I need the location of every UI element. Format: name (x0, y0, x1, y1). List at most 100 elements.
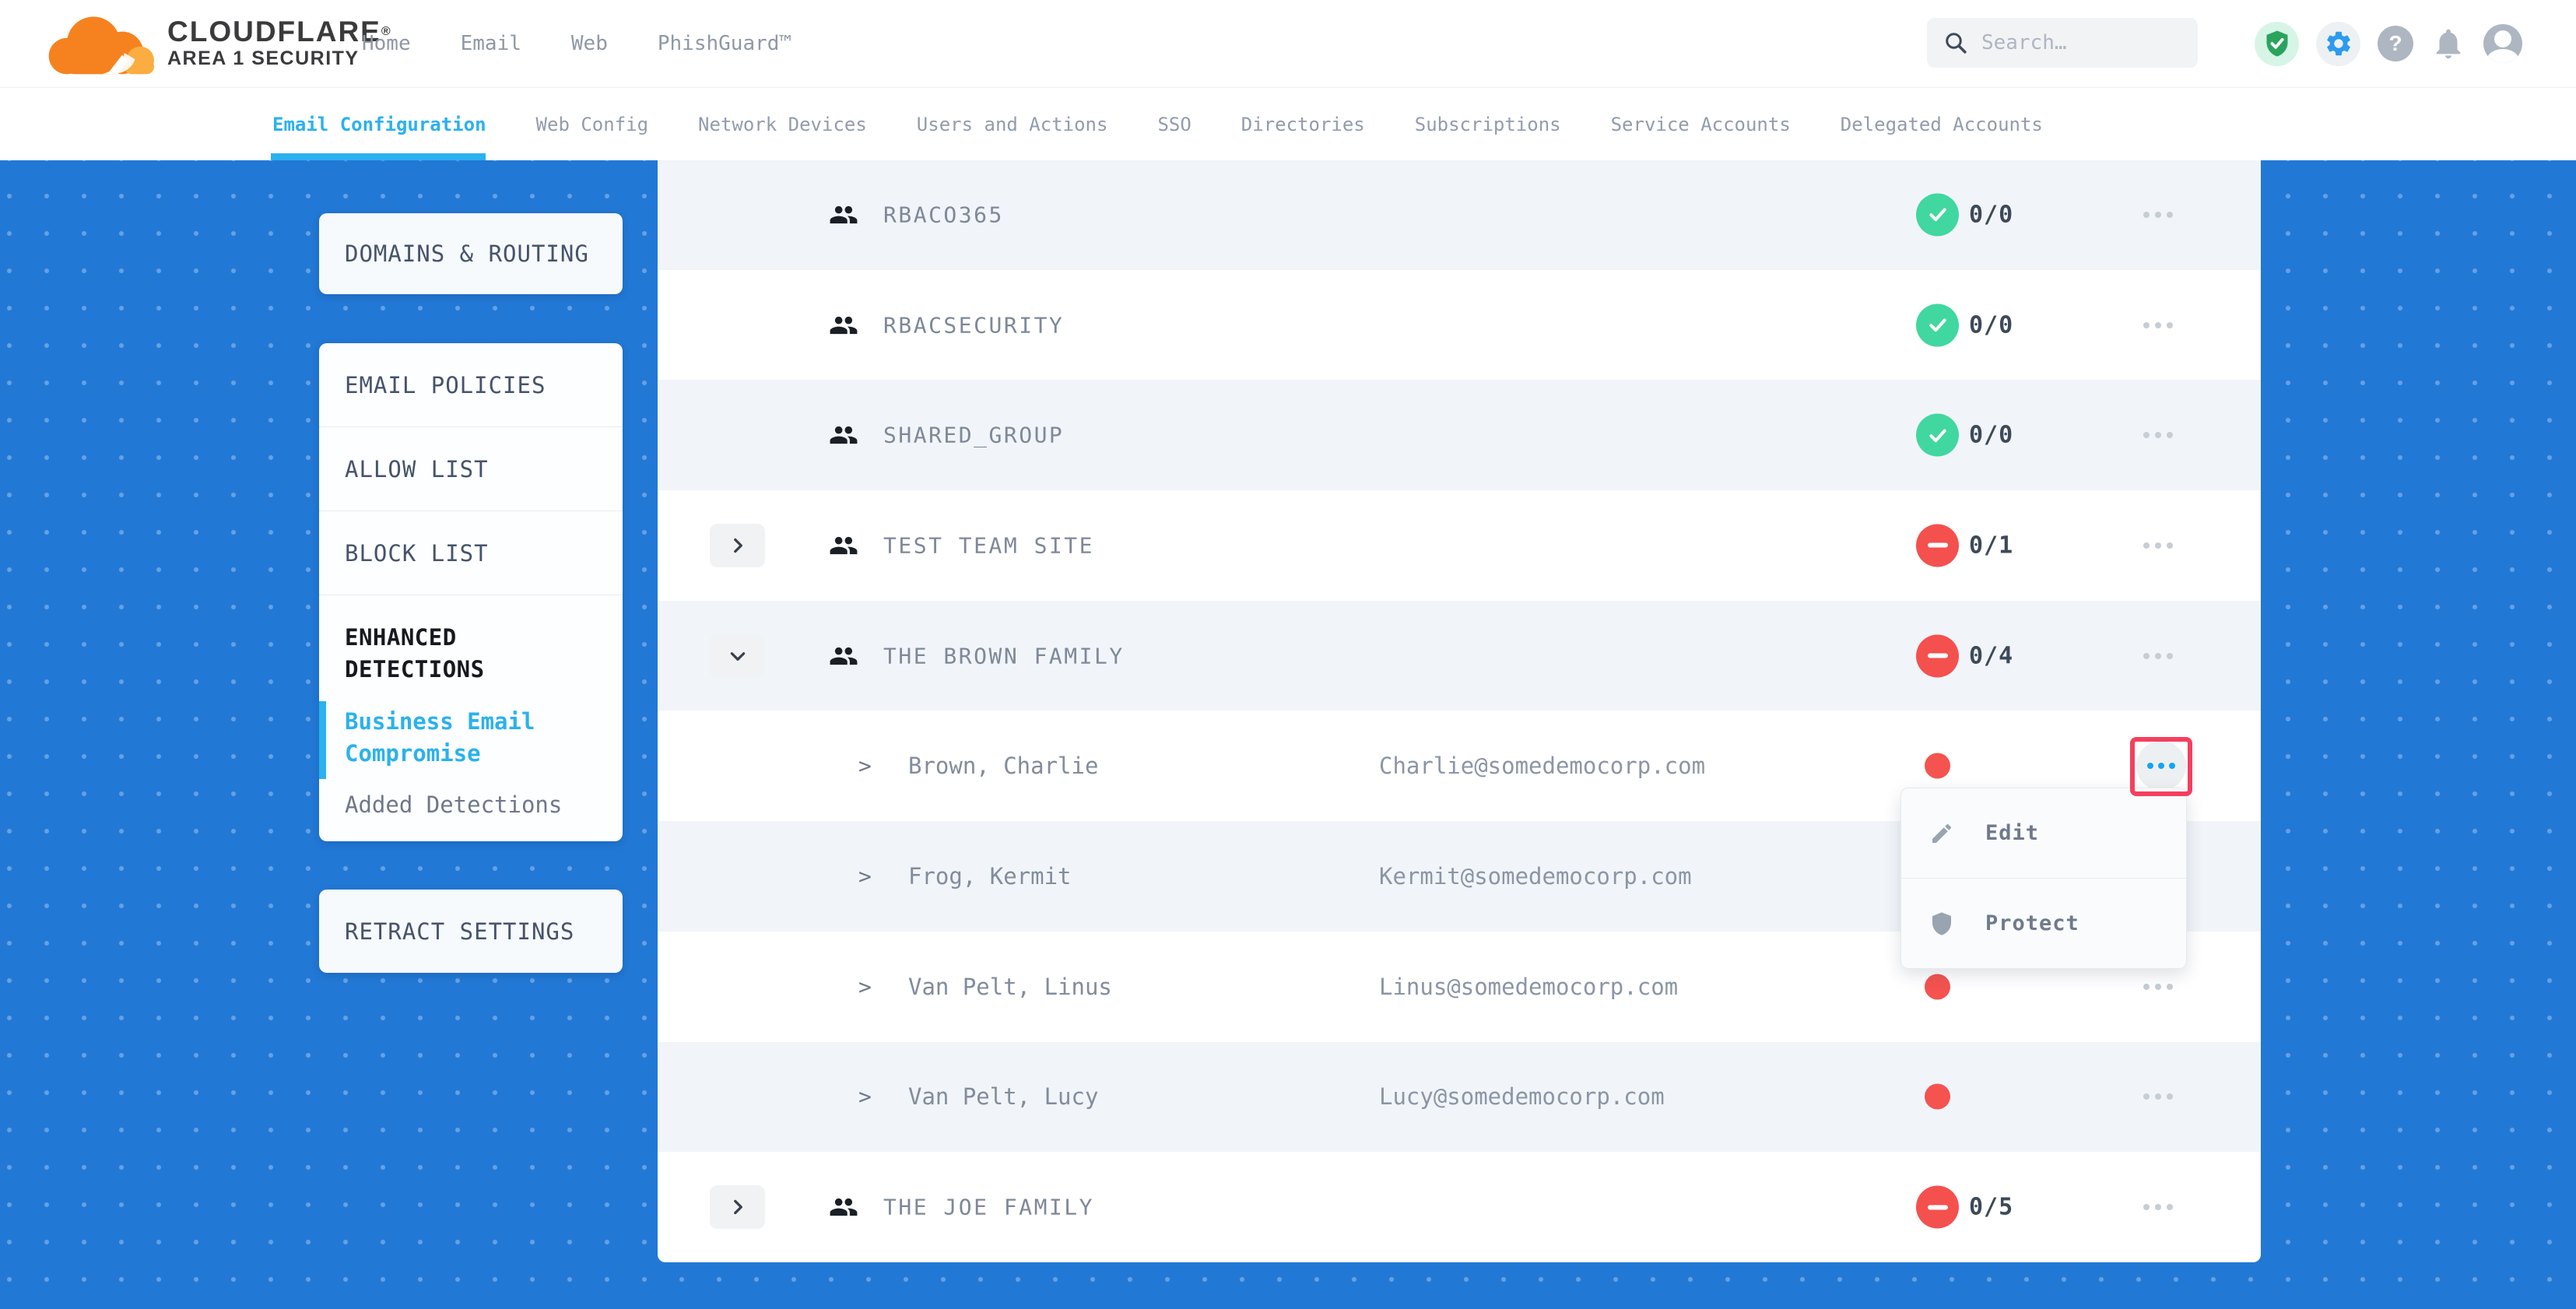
tab-email-configuration[interactable]: Email Configuration (272, 114, 486, 135)
active-item-bar (319, 701, 326, 779)
status-check-icon (1916, 304, 1959, 346)
enhanced-detections-title: ENHANCED DETECTIONS (345, 622, 601, 686)
notifications-bell-icon[interactable] (2430, 26, 2466, 61)
shield-icon (1929, 911, 1954, 937)
group-name: THE BROWN FAMILY (883, 643, 1125, 669)
search-icon (1944, 31, 1967, 54)
search-input[interactable]: Search… (1927, 18, 2198, 68)
domains-routing-label: DOMAINS & ROUTING (345, 240, 589, 267)
protected-count: 0/0 (1969, 311, 2013, 339)
sidebar-item-business-email-compromise[interactable]: Business Email Compromise (345, 704, 601, 771)
row-actions-button[interactable] (2111, 191, 2205, 238)
header-icons: ? (2255, 19, 2522, 68)
enhanced-items: Business Email Compromise Added Detection… (345, 704, 601, 818)
sidebar-item-block-list[interactable]: BLOCK LIST (319, 511, 623, 595)
sidebar-item-label: Business Email Compromise (345, 706, 601, 770)
menu-item-edit[interactable]: Edit (1901, 788, 2186, 878)
member-name: Van Pelt, Lucy (908, 1083, 1098, 1110)
top-header: CLOUDFLARE® AREA 1 SECURITY Home Email Web… (0, 0, 2576, 87)
status-minus-icon (1916, 634, 1959, 677)
sidebar-item-added-detections[interactable]: Added Detections (345, 791, 601, 818)
top-nav: Home Email Web PhishGuard™ (362, 0, 791, 87)
expand-chevron-button[interactable] (710, 1185, 765, 1229)
search-placeholder: Search… (1981, 31, 2067, 54)
logo-text: CLOUDFLARE® AREA 1 SECURITY (167, 17, 392, 70)
member-name: Brown, Charlie (908, 753, 1098, 779)
status-check-icon (1916, 193, 1959, 236)
group-name: SHARED_GROUP (883, 423, 1064, 448)
row-actions-button[interactable] (2111, 1073, 2205, 1120)
retract-settings-label: RETRACT SETTINGS (345, 918, 574, 945)
user-avatar-icon[interactable] (2483, 24, 2522, 63)
table-row-rbacsecurity[interactable]: RBACSECURITY0/0 (658, 270, 2261, 381)
row-context-menu: Edit Protect (1900, 788, 2187, 969)
tab-delegated-accounts[interactable]: Delegated Accounts (1841, 114, 2043, 135)
status-dot-icon (1925, 753, 1950, 779)
row-actions-button[interactable] (2111, 963, 2205, 1010)
row-actions-button[interactable] (2111, 522, 2205, 569)
table-row-test-team-site[interactable]: TEST TEAM SITE 0/1 (658, 490, 2261, 601)
table-row-the-joe-family[interactable]: THE JOE FAMILY0/5 (658, 1152, 2261, 1262)
tab-subscriptions[interactable]: Subscriptions (1415, 114, 1561, 135)
expand-chevron-button[interactable] (710, 524, 765, 567)
group-icon (829, 202, 858, 227)
tab-network-devices[interactable]: Network Devices (698, 114, 867, 135)
group-name: TEST TEAM SITE (883, 532, 1094, 558)
tab-sso[interactable]: SSO (1157, 114, 1191, 135)
cloudflare-logo-icon (43, 12, 161, 76)
group-icon (829, 313, 858, 338)
group-icon (829, 1195, 858, 1220)
status-check-icon (1916, 414, 1959, 457)
protected-count: 0/0 (1969, 422, 2013, 449)
pencil-icon (1929, 821, 1954, 846)
top-nav-link-email[interactable]: Email (461, 32, 521, 55)
logo-subtitle: AREA 1 SECURITY (167, 47, 392, 70)
sidebar-item-retract-settings[interactable]: RETRACT SETTINGS (319, 890, 623, 973)
group-icon (829, 644, 858, 669)
sidebar-item-allow-list[interactable]: ALLOW LIST (319, 427, 623, 511)
status-minus-icon (1916, 524, 1959, 567)
sidebar-policies-card: EMAIL POLICIESALLOW LISTBLOCK LIST ENHAN… (319, 343, 623, 841)
active-tab-underline (271, 153, 486, 160)
settings-gear-icon[interactable] (2316, 22, 2360, 66)
policy-list: EMAIL POLICIESALLOW LISTBLOCK LIST (319, 343, 623, 595)
menu-item-label: Protect (1985, 911, 2079, 935)
member-email: Lucy@somedemocorp.com (1379, 1083, 1665, 1110)
top-nav-link-web[interactable]: Web (571, 32, 608, 55)
table-row-shared-group[interactable]: SHARED_GROUP 0/0 (658, 380, 2261, 490)
row-actions-button[interactable] (2111, 633, 2205, 679)
top-nav-link-home[interactable]: Home (362, 32, 411, 55)
member-chevron: > (858, 753, 872, 779)
row-actions-button[interactable] (2111, 412, 2205, 458)
tab-web-config[interactable]: Web Config (536, 114, 649, 135)
member-chevron: > (858, 863, 872, 889)
collapse-chevron-button[interactable] (710, 634, 765, 678)
member-name: Frog, Kermit (908, 863, 1072, 890)
protected-count: 0/1 (1969, 532, 2013, 559)
group-name: THE JOE FAMILY (883, 1195, 1094, 1220)
member-email: Linus@somedemocorp.com (1379, 974, 1678, 1000)
member-chevron: > (858, 974, 872, 999)
row-actions-button[interactable] (2111, 302, 2205, 349)
menu-item-protect[interactable]: Protect (1901, 879, 2186, 968)
help-icon[interactable]: ? (2378, 26, 2413, 61)
member-name: Van Pelt, Linus (908, 974, 1112, 1000)
sidebar-item-domains-routing[interactable]: DOMAINS & ROUTING (319, 213, 623, 294)
top-nav-link-phishguard[interactable]: PhishGuard™ (658, 32, 791, 55)
table-row-van-pelt-lucy[interactable]: >Van Pelt, LucyLucy@somedemocorp.com (658, 1042, 2261, 1153)
shield-check-icon[interactable] (2255, 22, 2299, 66)
group-icon (829, 533, 858, 558)
protected-count: 0/4 (1969, 642, 2013, 669)
member-email: Charlie@somedemocorp.com (1379, 753, 1705, 779)
member-email: Kermit@somedemocorp.com (1379, 863, 1692, 890)
row-actions-button[interactable] (2111, 1184, 2205, 1230)
sidebar-item-email-policies[interactable]: EMAIL POLICIES (319, 343, 623, 426)
tab-service-accounts[interactable]: Service Accounts (1611, 114, 1791, 135)
table-row-the-brown-family[interactable]: THE BROWN FAMILY 0/4 (658, 601, 2261, 711)
protected-count: 0/0 (1969, 201, 2013, 228)
selection-highlight (2130, 737, 2192, 796)
table-row-rbaco365[interactable]: RBACO3650/0 (658, 160, 2261, 270)
menu-item-label: Edit (1985, 821, 2039, 845)
tab-directories[interactable]: Directories (1241, 114, 1365, 135)
tab-users-and-actions[interactable]: Users and Actions (917, 114, 1108, 135)
